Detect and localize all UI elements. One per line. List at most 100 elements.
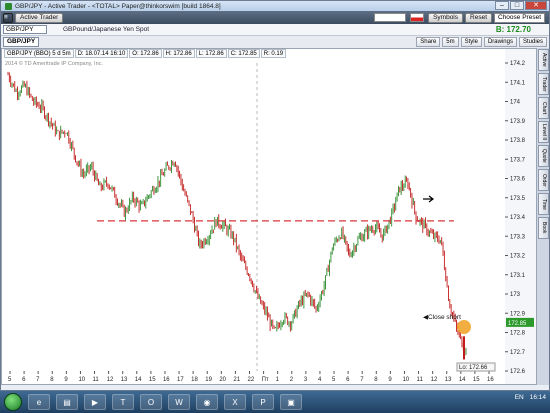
main-toolbar: ≡ Active Trader Symbols Reset Choose Pre… [1,11,549,24]
y-tick-label: 173.5 [510,196,526,202]
x-tick-label: 2 [290,377,294,383]
x-tick-label: 11 [417,377,424,383]
x-tick-label: 6 [346,377,350,383]
app-window: GBP/JPY - Active Trader - <TOTAL> Paper@… [0,0,550,391]
x-tick-label: 13 [121,377,128,383]
last-price-label: 172.85 [508,321,527,327]
folder-icon[interactable]: ▤ [56,394,78,410]
clock[interactable]: 16:14 [530,394,546,401]
start-button[interactable] [4,393,22,411]
side-tab-3[interactable]: Level II [538,121,549,143]
close-short-annotation: ◀Close short [423,314,461,321]
x-tick-label: 5 [8,377,12,383]
timeframe-select[interactable]: 5m [442,37,459,47]
taskbar-apps: e ▤ ▶ T O W ◉ X P ▣ [22,394,302,410]
app-icon[interactable]: ▣ [280,394,302,410]
opera-icon[interactable]: O [140,394,162,410]
y-tick-label: 174.2 [510,61,526,67]
window-title: GBP/JPY - Active Trader - <TOTAL> Paper@… [15,2,221,10]
y-tick-label: 173.2 [510,254,526,260]
x-tick-label: 7 [360,377,364,383]
arrow-right-icon [423,195,434,203]
choose-preset-select[interactable]: Choose Preset [494,12,545,23]
minimize-button[interactable]: – [495,1,509,10]
x-tick-label: 8 [374,377,378,383]
side-tab-4[interactable]: Quote [538,145,549,167]
x-tick-label: 12 [107,377,114,383]
ie-icon[interactable]: e [28,394,50,410]
system-tray: EN 16:14 [509,394,546,401]
side-tab-2[interactable]: Chart [538,97,549,119]
y-tick-label: 173 [510,292,521,298]
x-tick-label: 7 [36,377,40,383]
taskbar: e ▤ ▶ T O W ◉ X P ▣ EN 16:14 [0,391,550,413]
x-tick-label: 11 [93,377,100,383]
x-tick-label: 18 [191,377,198,383]
x-tick-label: 16 [487,377,494,383]
y-tick-label: 172.8 [510,331,526,337]
x-tick-label: 3 [304,377,308,383]
x-tick-label: 4 [318,377,322,383]
x-tick-label: 14 [459,377,466,383]
y-tick-label: 173.6 [510,177,526,183]
x-tick-label: 10 [78,377,85,383]
chrome-icon[interactable]: ◉ [196,394,218,410]
y-tick-label: 174 [510,100,521,106]
symbols-button[interactable]: Symbols [428,12,464,23]
media-icon[interactable]: ▶ [84,394,106,410]
side-tab-7[interactable]: Book [538,217,549,239]
maximize-button[interactable]: □ [510,1,524,10]
side-tab-6[interactable]: Time [538,193,549,215]
y-tick-label: 173.1 [510,273,526,279]
low-label: Lo: 172.66 [459,365,488,371]
studies-button[interactable]: Studies [518,37,547,47]
excel-icon[interactable]: X [224,394,246,410]
x-tick-label: 8 [50,377,54,383]
language-indicator[interactable]: EN [515,394,524,401]
active-trader-tab[interactable]: Active Trader [15,12,64,23]
x-tick-label: 9 [64,377,68,383]
symbol-description: GBPound/Japanese Yen Spot [63,26,150,33]
window-controls: – □ ✕ [494,1,547,10]
y-tick-label: 173.9 [510,119,526,125]
reset-button[interactable]: Reset [465,12,492,23]
close-button[interactable]: ✕ [525,1,547,10]
chart-symbol-tab[interactable]: GBP/JPY [3,37,40,47]
style-button[interactable]: Style [460,37,482,47]
symbol-input[interactable]: GBP/JPY [3,25,47,34]
y-tick-label: 173.4 [510,215,526,221]
menu-icon[interactable]: ≡ [3,12,13,23]
right-side-tabs: Active Trader Chart Level II Quote Order Time B… [537,48,549,385]
price-chart[interactable]: 174.2174.1174173.9173.8173.7173.6173.517… [2,49,536,384]
search-input[interactable] [374,13,407,22]
app-icon [5,2,12,10]
share-button[interactable]: Share [416,37,441,47]
y-tick-label: 172.6 [510,369,526,375]
side-tab-0[interactable]: Active [538,49,549,71]
x-tick-label: 14 [135,377,142,383]
x-tick-label: 19 [205,377,212,383]
x-tick-label: 13 [445,377,452,383]
drawings-button[interactable]: Drawings [483,37,517,47]
side-tab-5[interactable]: Order [538,169,549,191]
x-tick-label: 6 [22,377,26,383]
word-icon[interactable]: W [168,394,190,410]
language-flag-icon[interactable] [410,13,425,22]
ps-icon[interactable]: P [252,394,274,410]
title-bar: GBP/JPY - Active Trader - <TOTAL> Paper@… [1,1,549,11]
x-tick-label: 20 [219,377,226,383]
y-tick-label: 172.7 [510,350,526,356]
x-tick-label: 16 [163,377,170,383]
x-tick-label: 15 [149,377,156,383]
y-tick-label: 173.8 [510,138,526,144]
x-tick-label: 5 [332,377,336,383]
close-marker [457,320,471,334]
y-tick-label: 173.3 [510,234,526,240]
chart-panel[interactable]: GBP/JPY (BBO) 5 d 5m D: 18.07.14 16:10 O… [1,48,537,385]
x-tick-label: 9 [388,377,392,383]
side-tab-1[interactable]: Trader [538,73,549,95]
x-tick-label: 21 [233,377,240,383]
x-tick-label: 10 [402,377,409,383]
tos-icon[interactable]: T [112,394,134,410]
y-tick-label: 173.7 [510,157,526,163]
